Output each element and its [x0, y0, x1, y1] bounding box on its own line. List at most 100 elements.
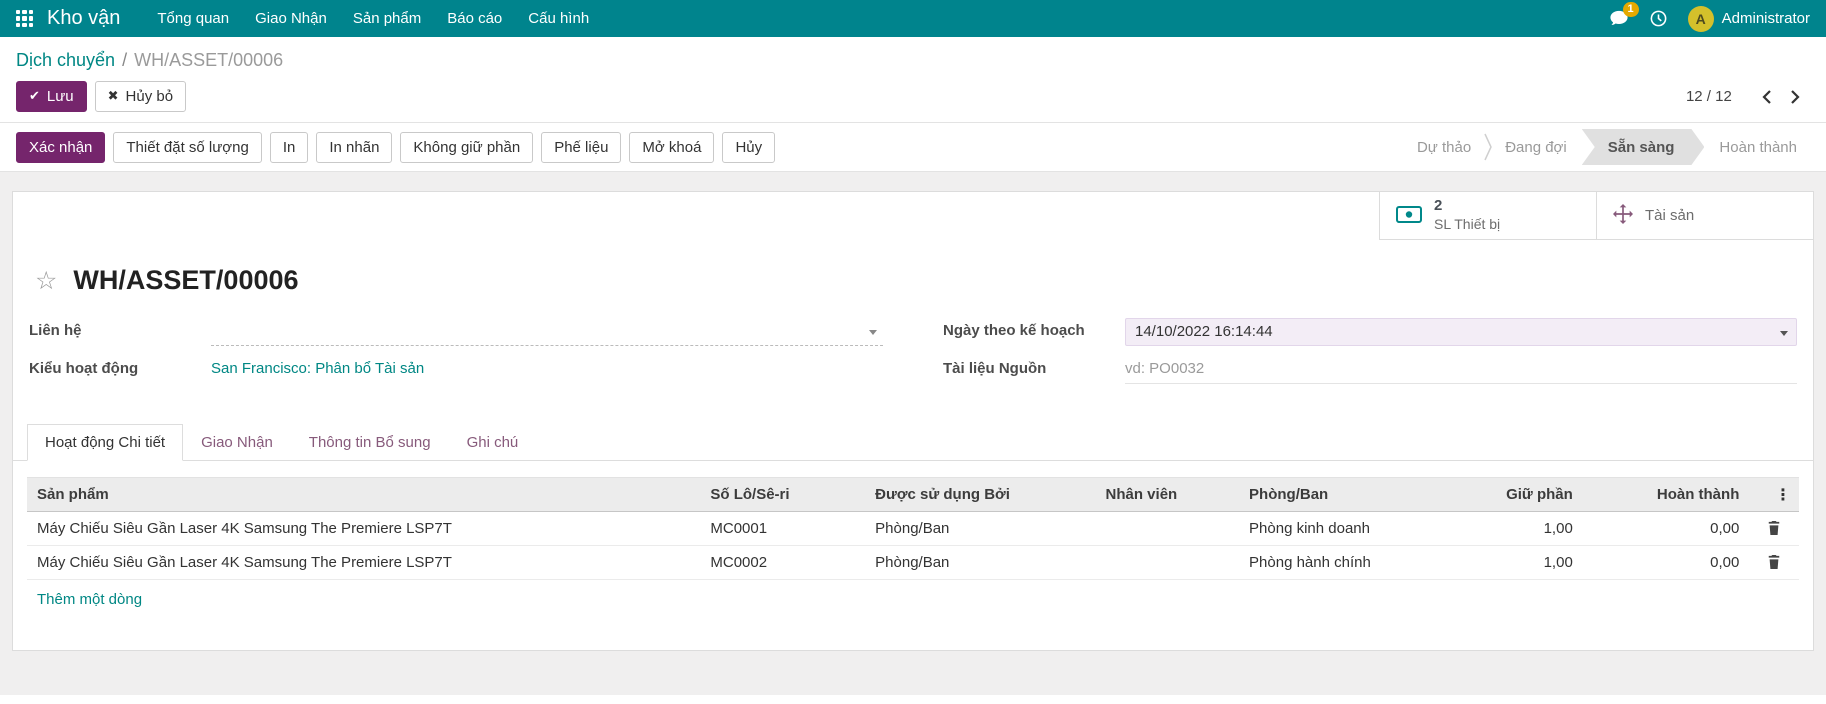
discard-button[interactable]: ✖ Hủy bỏ [95, 81, 186, 112]
operation-type-field[interactable]: San Francisco: Phân bổ Tài sản [211, 356, 883, 384]
field-row-scheduled-date: Ngày theo kế hoạch 14/10/2022 16:14:44 [943, 318, 1797, 346]
stat-button-assets[interactable]: Tài sản [1596, 192, 1813, 240]
lot-cell[interactable]: MC0001 [700, 512, 865, 546]
stat-button-devices[interactable]: 2 SL Thiết bị [1379, 192, 1596, 240]
move-arrows-icon [1613, 204, 1633, 227]
lot-cell[interactable]: MC0002 [700, 546, 865, 580]
header-reserved[interactable]: Giữ phần [1446, 478, 1582, 512]
header-product[interactable]: Sản phẩm [27, 478, 700, 512]
chatter-area [0, 695, 1826, 701]
activities-clock-icon[interactable] [1649, 9, 1668, 28]
product-cell[interactable]: Máy Chiếu Siêu Gần Laser 4K Samsung The … [27, 546, 700, 580]
scheduled-date-field[interactable]: 14/10/2022 16:14:44 [1125, 318, 1797, 346]
tab-shipping[interactable]: Giao Nhận [183, 424, 291, 461]
avatar: A [1688, 6, 1714, 32]
header-used-by[interactable]: Được sử dụng Bởi [865, 478, 1095, 512]
unlock-button[interactable]: Mở khoá [629, 132, 714, 163]
chevron-right-icon [1790, 89, 1801, 105]
done-cell[interactable]: 0,00 [1583, 546, 1750, 580]
menu-item-products[interactable]: Sản phẩm [340, 0, 434, 37]
header-department[interactable]: Phòng/Ban [1239, 478, 1446, 512]
unreserve-button[interactable]: Không giữ phần [400, 132, 533, 163]
print-button[interactable]: In [270, 132, 309, 163]
menu-item-overview[interactable]: Tổng quan [144, 0, 242, 37]
optional-columns-icon[interactable]: ⋮ [1749, 478, 1799, 512]
banknote-icon [1396, 206, 1422, 226]
tab-additional-info[interactable]: Thông tin Bổ sung [291, 424, 449, 461]
menu-item-configuration[interactable]: Cấu hình [515, 0, 602, 37]
department-cell[interactable]: Phòng kinh doanh [1239, 512, 1446, 546]
close-icon: ✖ [108, 90, 119, 103]
add-line-link[interactable]: Thêm một dòng [37, 591, 142, 608]
delete-row-button[interactable] [1765, 552, 1783, 572]
state-ready[interactable]: Sẵn sàng [1582, 129, 1705, 165]
tab-detailed-operations[interactable]: Hoạt động Chi tiết [27, 424, 183, 461]
used-by-cell[interactable]: Phòng/Ban [865, 512, 1095, 546]
contact-field[interactable] [211, 318, 883, 346]
set-quantities-button[interactable]: Thiết đặt số lượng [113, 132, 261, 163]
pager-next-button[interactable] [1783, 85, 1808, 109]
app-name[interactable]: Kho vận [47, 7, 120, 30]
breadcrumb-parent-link[interactable]: Dịch chuyển [16, 50, 115, 70]
breadcrumb-separator: / [122, 50, 127, 70]
state-done[interactable]: Hoàn thành [1706, 139, 1810, 156]
apps-grid-icon[interactable] [16, 10, 33, 27]
fields-left-column: Liên hệ Kiểu hoạt động San Francisco: Ph… [29, 318, 883, 394]
pager: 12 / 12 [1686, 85, 1808, 109]
chevron-separator-icon [1484, 132, 1492, 162]
record-title: WH/ASSET/00006 [73, 264, 298, 296]
used-by-cell[interactable]: Phòng/Ban [865, 546, 1095, 580]
header-done[interactable]: Hoàn thành [1583, 478, 1750, 512]
done-cell[interactable]: 0,00 [1583, 512, 1750, 546]
operation-type-label: Kiểu hoạt động [29, 356, 211, 384]
main-menu: Tổng quan Giao Nhận Sản phẩm Báo cáo Cấu… [144, 0, 602, 37]
page: Kho vận Tổng quan Giao Nhận Sản phẩm Báo… [0, 0, 1826, 701]
stat-text: 2 SL Thiết bị [1434, 197, 1500, 233]
systray: 1 A Administrator [1609, 6, 1810, 32]
print-labels-button[interactable]: In nhãn [316, 132, 392, 163]
pager-previous-button[interactable] [1754, 85, 1779, 109]
fields-grid: Liên hệ Kiểu hoạt động San Francisco: Ph… [13, 302, 1813, 394]
department-cell[interactable]: Phòng hành chính [1239, 546, 1446, 580]
field-row-contact: Liên hệ [29, 318, 883, 346]
messages-icon[interactable]: 1 [1609, 10, 1629, 28]
scheduled-date-value: 14/10/2022 16:14:44 [1135, 323, 1273, 340]
state-draft[interactable]: Dự thảo [1404, 139, 1484, 156]
table-row[interactable]: Máy Chiếu Siêu Gần Laser 4K Samsung The … [27, 546, 1799, 580]
statusbar: Xác nhận Thiết đặt số lượng In In nhãn K… [0, 122, 1826, 172]
product-cell[interactable]: Máy Chiếu Siêu Gần Laser 4K Samsung The … [27, 512, 700, 546]
confirm-button[interactable]: Xác nhận [16, 132, 105, 163]
table-row[interactable]: Máy Chiếu Siêu Gần Laser 4K Samsung The … [27, 512, 1799, 546]
contact-label: Liên hệ [29, 318, 211, 346]
scrap-button[interactable]: Phế liệu [541, 132, 621, 163]
reserved-cell[interactable]: 1,00 [1446, 546, 1582, 580]
employee-cell[interactable] [1096, 512, 1240, 546]
save-button[interactable]: ✔ Lưu [16, 81, 87, 112]
source-document-field[interactable]: vd: PO0032 [1125, 356, 1797, 384]
user-menu[interactable]: A Administrator [1688, 6, 1810, 32]
chevron-left-icon [1761, 89, 1772, 105]
reserved-cell[interactable]: 1,00 [1446, 512, 1582, 546]
notebook-tabs: Hoạt động Chi tiết Giao Nhận Thông tin B… [13, 424, 1813, 461]
tab-notes[interactable]: Ghi chú [449, 424, 537, 461]
header-lot-serial[interactable]: Số Lô/Sê-ri [700, 478, 865, 512]
stat-label: Tài sản [1645, 207, 1694, 224]
header-employee[interactable]: Nhân viên [1096, 478, 1240, 512]
employee-cell[interactable] [1096, 546, 1240, 580]
operations-table-wrap: Sản phẩm Số Lô/Sê-ri Được sử dụng Bởi Nh… [13, 461, 1813, 619]
cancel-button[interactable]: Hủy [722, 132, 775, 163]
menu-item-reporting[interactable]: Báo cáo [434, 0, 515, 37]
menu-item-transfers[interactable]: Giao Nhận [242, 0, 340, 37]
delete-row-button[interactable] [1765, 518, 1783, 538]
form-sheet: 2 SL Thiết bị Tài sản ☆ WH/ASSET/00006 [12, 191, 1814, 651]
favorite-star-icon[interactable]: ☆ [35, 268, 57, 293]
field-row-operation-type: Kiểu hoạt động San Francisco: Phân bổ Tà… [29, 356, 883, 384]
scheduled-date-label: Ngày theo kế hoạch [943, 318, 1125, 346]
status-pipeline: Dự thảo Đang đợi Sẵn sàng Hoàn thành [1404, 129, 1810, 165]
breadcrumb-current: WH/ASSET/00006 [134, 50, 283, 70]
operations-table: Sản phẩm Số Lô/Sê-ri Được sử dụng Bởi Nh… [27, 477, 1799, 619]
content-background: 2 SL Thiết bị Tài sản ☆ WH/ASSET/00006 [0, 172, 1826, 695]
state-waiting[interactable]: Đang đợi [1492, 139, 1580, 156]
pager-arrows [1754, 85, 1808, 109]
stat-button-area: 2 SL Thiết bị Tài sản [1379, 192, 1813, 240]
